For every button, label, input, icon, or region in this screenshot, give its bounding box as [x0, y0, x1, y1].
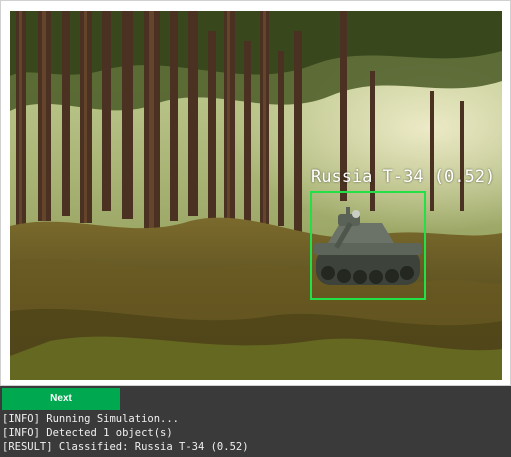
image-frame: Russia T-34 (0.52) — [0, 0, 511, 386]
forest-scene-illustration — [10, 11, 502, 380]
console-line-detected: [INFO] Detected 1 object(s) — [2, 427, 173, 439]
detection-label: Russia T-34 (0.52) — [311, 167, 496, 187]
next-button[interactable]: Next — [2, 388, 120, 410]
forest-scene-image: Russia T-34 (0.52) — [10, 11, 502, 380]
detection-bounding-box — [310, 191, 426, 300]
control-panel: Next [INFO] Running Simulation... [INFO]… — [0, 386, 511, 457]
console-line-running: [INFO] Running Simulation... — [2, 413, 180, 425]
console-log: [INFO] Running Simulation... [INFO] Dete… — [2, 412, 507, 454]
console-line-result: [RESULT] Classified: Russia T-34 (0.52) — [2, 441, 249, 453]
